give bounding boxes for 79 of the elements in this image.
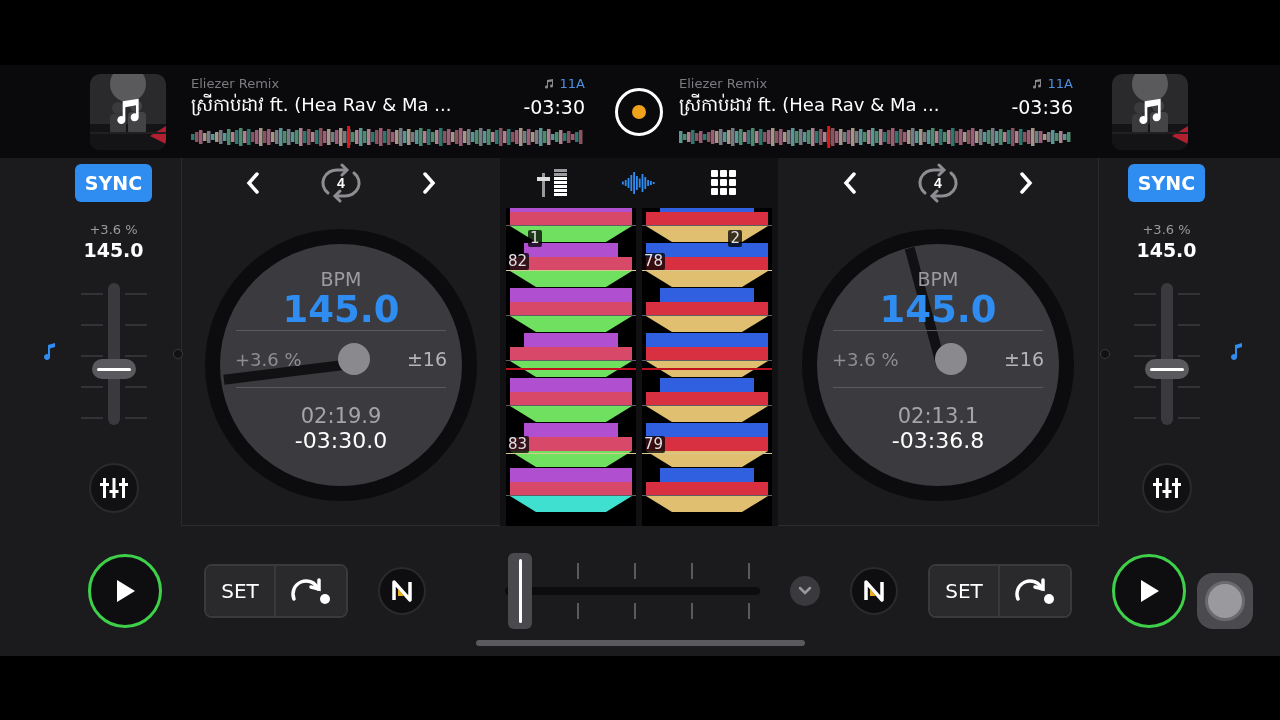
chevron-right-icon xyxy=(422,172,436,194)
track-overview-drawing[interactable] xyxy=(679,125,1071,148)
track-overview-drawing[interactable] xyxy=(191,125,583,148)
remaining-time: -03:36.8 xyxy=(891,428,985,453)
beat-number: 79 xyxy=(642,436,666,453)
track-title: ស្រីកាប់ដាវ ft. (Hea Rav & Ma ... xyxy=(191,93,452,118)
pitch-percent: +3.6 % xyxy=(235,348,302,370)
beat-number: 1 xyxy=(528,230,542,247)
record-button[interactable] xyxy=(615,87,663,136)
curved-arrow-icon xyxy=(290,577,332,605)
elapsed-time: 02:19.9 xyxy=(300,404,382,428)
neural-mix-button[interactable] xyxy=(378,567,426,615)
music-note-icon xyxy=(1030,77,1043,90)
music-note-icon xyxy=(1229,343,1244,361)
loop-button[interactable]: 4 xyxy=(915,163,961,203)
sliders-icon xyxy=(99,476,128,500)
set-cue-button[interactable]: SET xyxy=(930,566,1000,616)
next-button[interactable] xyxy=(422,172,436,194)
bpm-label: BPM xyxy=(917,268,959,290)
mixer-button[interactable] xyxy=(1141,463,1192,513)
artist-name: Eliezer Remix xyxy=(191,76,280,91)
beat-number: 78 xyxy=(642,253,666,270)
beat-number: 2 xyxy=(728,230,742,247)
jog-wheel[interactable]: BPM 145.0 +3.6 % ±16 02:13.1 -03:36.8 xyxy=(802,229,1074,501)
indicator-dot xyxy=(172,349,183,359)
pitch-fader[interactable] xyxy=(91,283,136,425)
letter-n-icon xyxy=(390,579,414,603)
bpm-value: 145.0 xyxy=(879,290,997,330)
time-remaining: -03:36 xyxy=(1011,95,1073,118)
track-key: 11A xyxy=(1047,76,1073,91)
beat-number: 82 xyxy=(506,253,530,270)
loop-icon xyxy=(915,163,961,203)
expand-button[interactable] xyxy=(790,576,820,606)
pitch-fader[interactable] xyxy=(1144,283,1189,425)
elapsed-time: 02:13.1 xyxy=(897,404,979,428)
music-note-icon xyxy=(542,77,555,90)
next-button[interactable] xyxy=(1019,172,1033,194)
cue-jump-button[interactable] xyxy=(1000,566,1070,616)
pitch-range: ±16 xyxy=(406,348,447,370)
artist-name: Eliezer Remix xyxy=(679,76,768,91)
platter-hub xyxy=(935,343,968,375)
waveform-icon xyxy=(622,171,656,195)
cue-jump-button[interactable] xyxy=(276,566,346,616)
pitch-percent: +3.6 % xyxy=(89,222,138,237)
chevron-left-icon xyxy=(246,172,260,194)
loop-button[interactable]: 4 xyxy=(318,163,364,203)
beat-number: 83 xyxy=(506,436,530,453)
chevron-down-icon xyxy=(798,586,812,596)
tempo-value: 145.0 xyxy=(1136,239,1197,261)
letter-n-icon xyxy=(862,579,886,603)
track-key: 11A xyxy=(559,76,585,91)
neural-mix-button[interactable] xyxy=(850,567,898,615)
indicator-dot xyxy=(1099,349,1110,359)
jog-wheel[interactable]: BPM 145.0 +3.6 % ±16 02:19.9 -03:30.0 xyxy=(205,229,477,501)
pitch-percent: +3.6 % xyxy=(1142,222,1191,237)
assistive-touch-button[interactable] xyxy=(1197,573,1253,629)
track-title: ស្រីកាប់ដាវ ft. (Hea Rav & Ma ... xyxy=(679,93,940,118)
remaining-time: -03:30.0 xyxy=(294,428,388,453)
previous-button[interactable] xyxy=(246,172,260,194)
mixer-button[interactable] xyxy=(88,463,139,513)
sliders-icon xyxy=(1152,476,1181,500)
chevron-left-icon xyxy=(843,172,857,194)
pitch-range: ±16 xyxy=(1003,348,1044,370)
music-note-icon xyxy=(42,343,57,361)
chevron-right-icon xyxy=(1019,172,1033,194)
crossfader[interactable] xyxy=(505,553,760,629)
loop-icon xyxy=(318,163,364,203)
waveform-drawing[interactable] xyxy=(642,208,772,528)
time-remaining: -03:30 xyxy=(523,95,585,118)
previous-button[interactable] xyxy=(843,172,857,194)
set-cue-button[interactable]: SET xyxy=(206,566,276,616)
curved-arrow-icon xyxy=(1014,577,1056,605)
bpm-label: BPM xyxy=(320,268,362,290)
grid-icon xyxy=(710,170,737,196)
bpm-value: 145.0 xyxy=(282,290,400,330)
waveform-drawing[interactable] xyxy=(506,208,636,528)
platter-hub xyxy=(338,343,371,375)
tempo-value: 145.0 xyxy=(83,239,144,261)
pitch-percent: +3.6 % xyxy=(832,348,899,370)
